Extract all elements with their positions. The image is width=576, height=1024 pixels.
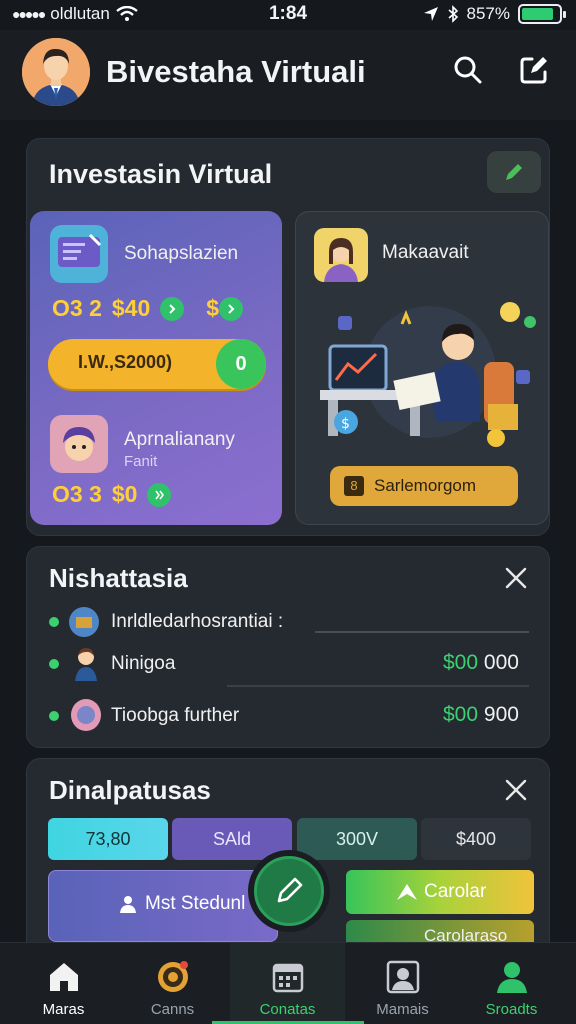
office-illustration-icon: $ — [320, 302, 536, 447]
close-icon — [505, 567, 527, 589]
profile-icon — [497, 962, 527, 993]
amount-button-label: I.W.,S2000) — [78, 352, 173, 372]
edit-button[interactable] — [516, 52, 552, 88]
row-avatar-icon — [71, 645, 101, 681]
row-divider-2 — [227, 685, 529, 687]
user-icon — [120, 896, 136, 913]
student-avatar-icon — [50, 415, 108, 473]
target-icon — [158, 961, 188, 992]
stat-d: O3 3 — [52, 481, 102, 507]
dinal-close-button[interactable] — [501, 775, 531, 805]
student-sub: Fanit — [124, 453, 158, 470]
tab-home[interactable]: Maras — [6, 943, 121, 1024]
edit-investment-button[interactable] — [487, 151, 541, 193]
bottom-action-button[interactable]: Carolaraso — [346, 920, 534, 942]
stat-e: $0 — [111, 481, 138, 507]
arrow-badge-icon-2 — [219, 296, 244, 321]
home-icon — [50, 963, 78, 991]
bottom-action-label: Carolaraso — [424, 926, 508, 942]
dinal-title: Dinalpatusas — [49, 775, 211, 805]
tab-bar: Maras Canns Conatas Mamais Sroadts — [0, 942, 576, 1024]
history-title: Nishattasia — [49, 563, 188, 593]
send-icon — [397, 884, 417, 900]
student-name: Aprnalianany — [124, 429, 235, 450]
calendar-icon — [272, 963, 304, 993]
history-close-button[interactable] — [501, 563, 531, 593]
amount-tail: 900 — [483, 703, 519, 726]
arrow-badge-icon — [160, 296, 185, 321]
segment-1[interactable]: 73,80 — [48, 818, 168, 860]
badge-icon: 8 — [344, 476, 364, 496]
bluetooth-icon — [447, 5, 458, 23]
close-icon — [505, 779, 527, 801]
pencil-icon — [506, 164, 522, 180]
status-dot — [49, 617, 59, 627]
tab-canns[interactable]: Canns — [115, 943, 230, 1024]
amount-button-badge: 0 — [216, 339, 266, 389]
investment-title: Investasin Virtual — [49, 159, 273, 189]
edit-icon — [520, 57, 547, 84]
tab-label: Conatas — [259, 1001, 316, 1018]
row-divider — [315, 631, 529, 633]
history-amount: $00 900 — [443, 703, 519, 727]
tab-sroadts[interactable]: Sroadts — [454, 943, 569, 1024]
student-button[interactable]: Mst Stedunl — [48, 870, 278, 942]
advisor-avatar-icon — [314, 228, 368, 282]
status-dot — [49, 711, 59, 721]
amount-value: $00 — [443, 703, 479, 726]
location-icon — [423, 7, 438, 21]
status-right: 857% — [423, 4, 566, 24]
search-icon — [454, 56, 482, 84]
app-header: Bivestaha Virtuali — [0, 30, 576, 120]
stat-a: O3 2 — [52, 295, 102, 321]
fab-ring — [248, 850, 330, 932]
tab-label: Canns — [150, 1001, 195, 1018]
analytics-app-icon — [50, 225, 108, 283]
arrow-badge-icon-3 — [147, 482, 172, 507]
svg-text:$: $ — [341, 416, 350, 432]
portrait-icon — [386, 960, 420, 994]
avatar-portrait-icon — [22, 38, 90, 106]
advisor-card[interactable]: Makaavait $ 8 Sarlemorgom — [295, 211, 549, 525]
history-row-label: Inrldledarhosrantiai : — [111, 611, 284, 632]
portfolio-stats: O3 2 $40 $ — [52, 295, 244, 322]
pencil-icon — [277, 877, 303, 903]
history-row-label: Tioobga further — [111, 705, 240, 726]
edit-fab-button[interactable] — [254, 856, 324, 926]
amount-tail: 000 — [483, 651, 519, 674]
green-action-button[interactable]: Carolar — [346, 870, 534, 914]
green-action-label: Carolar — [424, 881, 487, 902]
search-button[interactable] — [450, 52, 486, 88]
tab-label: Sroadts — [485, 1001, 538, 1018]
portfolio-name: Sohapslazien — [124, 243, 239, 264]
student-stats: O3 3 $0 — [52, 481, 172, 508]
tab-label: Maras — [42, 1001, 85, 1018]
advisor-button[interactable]: 8 Sarlemorgom — [330, 466, 518, 506]
battery-icon — [518, 4, 566, 24]
row-avatar-icon — [71, 699, 101, 731]
tab-conatas[interactable]: Conatas — [212, 943, 364, 1024]
segment-3[interactable]: 300V — [297, 818, 417, 860]
history-row-label: Ninigoa — [111, 653, 176, 674]
stat-b: $40 — [111, 295, 151, 321]
student-button-label: Mst Stedunl — [145, 893, 246, 914]
avatar[interactable] — [22, 38, 90, 106]
amount-value: $00 — [443, 651, 479, 674]
tab-label: Mamais — [376, 1001, 429, 1018]
investment-card: Investasin Virtual Sohapslazien O3 2 $40… — [26, 138, 550, 536]
battery-percent: 857% — [466, 4, 510, 23]
advisor-button-label: Sarlemorgom — [374, 476, 477, 495]
stat-c: $ — [206, 295, 220, 321]
status-dot — [49, 659, 59, 669]
amount-button[interactable]: I.W.,S2000) 0 — [48, 339, 266, 389]
status-bar: ●●●●● oldlutan 1:84 857% — [0, 0, 576, 30]
history-card: Nishattasia Inrldledarhosrantiai : Ninig… — [26, 546, 550, 748]
history-amount: $00 000 — [443, 651, 519, 675]
segment-4[interactable]: $400 — [421, 818, 531, 860]
row-avatar-icon — [69, 607, 99, 637]
tab-mamais[interactable]: Mamais — [345, 943, 460, 1024]
advisor-name: Makaavait — [382, 242, 469, 263]
portfolio-card[interactable]: Sohapslazien O3 2 $40 $ I.W.,S2000) 0 Ap… — [30, 211, 282, 525]
page-title: Bivestaha Virtuali — [106, 54, 366, 89]
